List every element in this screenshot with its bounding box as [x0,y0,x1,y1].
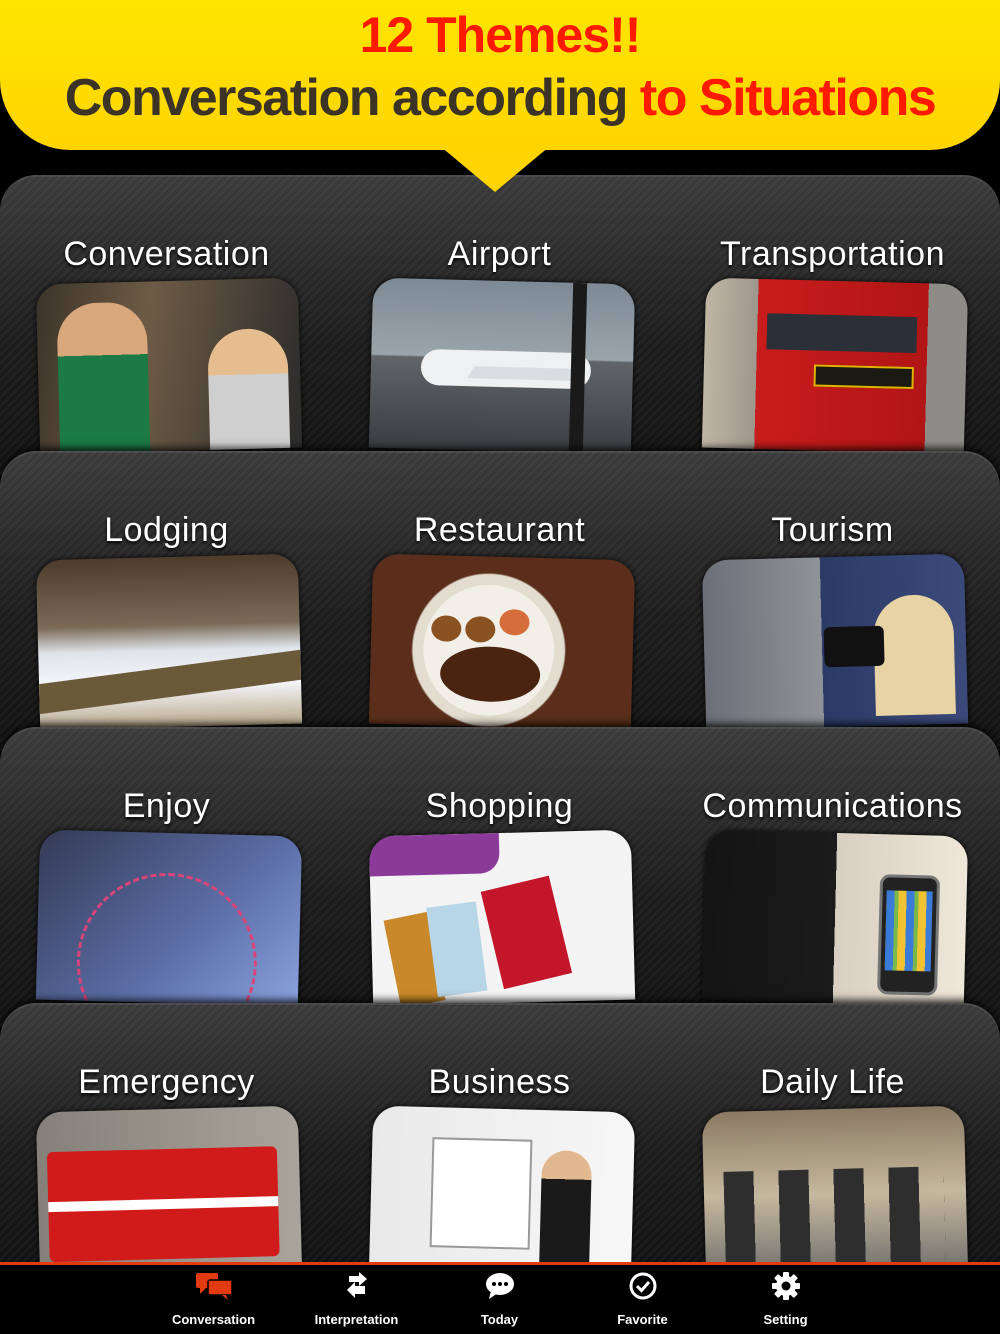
theme-restaurant[interactable]: Restaurant [333,451,666,751]
tab-today[interactable]: Today [428,1265,571,1334]
banner-subtitle-main: Conversation according [64,69,640,127]
tab-label: Setting [763,1312,808,1327]
theme-daily-life[interactable]: Daily Life [666,1003,999,1265]
theme-label: Business [428,1063,571,1101]
tab-label: Interpretation [314,1312,399,1327]
bottom-tab-bar: Conversation Interpretation Today Favori… [0,1262,1000,1334]
theme-shelf-row-1: Conversation Airport Transportation [0,175,1000,475]
theme-photo-daily-life [701,1105,969,1265]
banner-subtitle-highlight: to Situations [639,69,937,127]
theme-communications[interactable]: Communications [666,727,999,1027]
tab-favorite[interactable]: Favorite [571,1265,714,1334]
theme-label: Shopping [425,787,574,825]
theme-photo-tourism [701,553,969,731]
theme-label: Enjoy [122,787,211,825]
theme-photo-transportation [701,277,969,455]
theme-label: Emergency [78,1063,255,1101]
theme-photo-conversation [35,277,303,455]
banner-subtitle: Conversation according to Situations [0,68,1000,128]
speech-bubble-icon [428,1271,571,1301]
theme-photo-business [368,1105,636,1265]
header-banner: 12 Themes!! Conversation according to Si… [0,0,1000,150]
theme-shelf-row-2: Lodging Restaurant Tourism [0,451,1000,751]
theme-enjoy[interactable]: Enjoy [0,727,333,1027]
banner-title: 12 Themes!! [359,7,642,63]
theme-label: Transportation [720,235,945,273]
chat-bubbles-icon [142,1271,285,1301]
theme-label: Daily Life [760,1063,905,1101]
theme-conversation[interactable]: Conversation [0,175,333,475]
theme-shopping[interactable]: Shopping [333,727,666,1027]
theme-label: Conversation [63,235,270,273]
tab-conversation[interactable]: Conversation [142,1265,285,1334]
gear-icon [714,1271,857,1301]
theme-business[interactable]: Business [333,1003,666,1265]
theme-tourism[interactable]: Tourism [666,451,999,751]
theme-transportation[interactable]: Transportation [666,175,999,475]
theme-photo-emergency [35,1105,303,1265]
tab-interpretation[interactable]: Interpretation [285,1265,428,1334]
theme-photo-shopping [368,829,636,1007]
theme-airport[interactable]: Airport [333,175,666,475]
theme-label: Lodging [104,511,229,549]
swap-arrows-icon [285,1271,428,1301]
check-circle-icon [571,1271,714,1301]
theme-photo-enjoy [35,829,303,1007]
theme-emergency[interactable]: Emergency [0,1003,333,1265]
theme-photo-restaurant [368,553,636,731]
banner-pointer [440,146,550,192]
theme-shelf-row-3: Enjoy Shopping Communications [0,727,1000,1027]
theme-label: Restaurant [413,511,586,549]
theme-label: Airport [447,235,552,273]
theme-photo-communications [701,829,969,1007]
theme-label: Communications [702,787,963,825]
theme-photo-airport [368,277,636,455]
theme-lodging[interactable]: Lodging [0,451,333,751]
theme-photo-lodging [35,553,303,731]
tab-label: Favorite [617,1312,668,1327]
tab-label: Today [480,1312,519,1327]
tab-label: Conversation [171,1312,256,1327]
theme-label: Tourism [771,511,894,549]
tab-setting[interactable]: Setting [714,1265,857,1334]
theme-shelf-row-4: Emergency Business Daily Life [0,1003,1000,1265]
